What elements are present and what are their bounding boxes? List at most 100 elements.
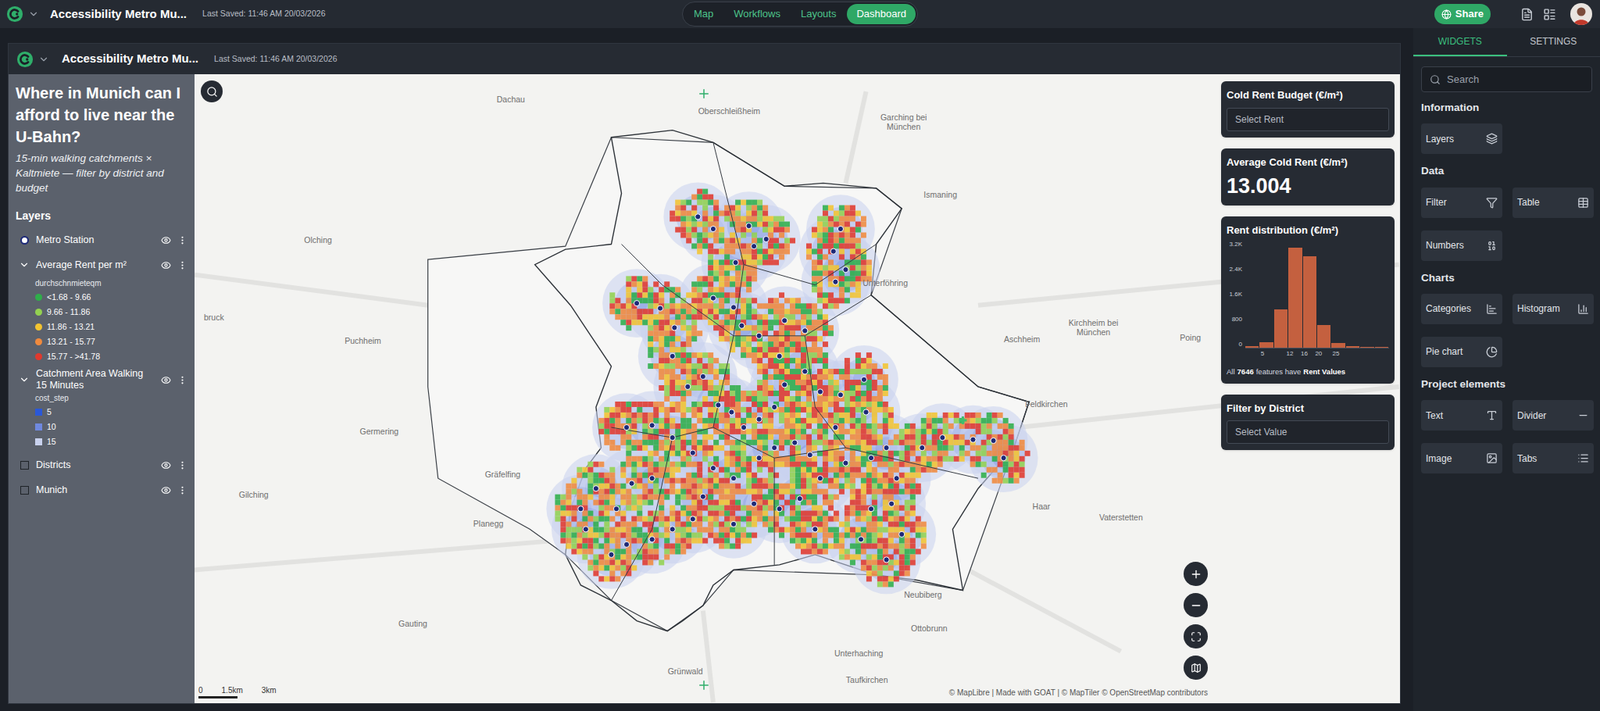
metro-station-pin[interactable] — [832, 278, 839, 285]
metro-station-pin[interactable] — [700, 493, 706, 500]
metro-station-pin[interactable] — [842, 267, 849, 273]
widget-tile[interactable]: Pie chart — [1421, 336, 1503, 368]
metro-station-pin[interactable] — [899, 531, 905, 537]
metro-station-pin[interactable] — [919, 445, 925, 451]
map-canvas[interactable] — [194, 74, 1400, 704]
metro-station-pin[interactable] — [842, 460, 849, 466]
sidebar-tab[interactable]: SETTINGS — [1507, 28, 1600, 57]
metro-station-pin[interactable] — [807, 452, 813, 458]
eye-icon[interactable] — [160, 375, 172, 386]
chevron-down-icon[interactable] — [18, 374, 30, 386]
metro-station-pin[interactable] — [990, 437, 997, 443]
metro-station-pin[interactable] — [883, 557, 890, 563]
metro-station-pin[interactable] — [649, 475, 655, 482]
metro-station-pin[interactable] — [970, 436, 976, 443]
metro-station-pin[interactable] — [771, 445, 778, 451]
metro-station-pin[interactable] — [689, 516, 696, 522]
basemap-button[interactable] — [1183, 655, 1208, 680]
metro-station-pin[interactable] — [628, 480, 635, 486]
widget-tile[interactable]: Numbers — [1421, 230, 1503, 261]
share-button[interactable]: Share — [1434, 3, 1491, 25]
metro-station-pin[interactable] — [710, 465, 716, 472]
metro-station-pin[interactable] — [623, 424, 629, 430]
metro-station-pin[interactable] — [700, 373, 706, 379]
metro-station-pin[interactable] — [715, 402, 722, 408]
metro-station-pin[interactable] — [832, 424, 839, 430]
metro-station-pin[interactable] — [689, 450, 696, 456]
metro-station-pin[interactable] — [771, 403, 778, 410]
eye-icon[interactable] — [160, 260, 172, 271]
view-tab[interactable]: Layouts — [791, 3, 847, 25]
metro-station-pin[interactable] — [633, 300, 640, 307]
metro-station-pin[interactable] — [837, 225, 843, 232]
metro-station-pin[interactable] — [817, 389, 823, 395]
metro-station-pin[interactable] — [812, 526, 818, 533]
metro-station-pin[interactable] — [857, 536, 864, 543]
user-avatar[interactable] — [1570, 3, 1593, 25]
add-widget-bottom[interactable] — [696, 678, 711, 693]
sidebar-search[interactable]: Search — [1421, 66, 1593, 93]
metro-station-pin[interactable] — [830, 248, 836, 254]
metro-station-pin[interactable] — [802, 368, 808, 375]
list-layout-icon[interactable] — [1542, 7, 1557, 22]
eye-icon[interactable] — [160, 235, 172, 246]
metro-station-pin[interactable] — [669, 434, 675, 440]
widget-tile[interactable]: Table — [1512, 187, 1594, 218]
metro-station-pin[interactable] — [710, 295, 716, 301]
widget-tile[interactable]: Filter — [1421, 187, 1503, 218]
metro-station-pin[interactable] — [776, 353, 783, 359]
metro-station-pin[interactable] — [867, 455, 874, 461]
metro-station-pin[interactable] — [695, 214, 701, 220]
metro-station-pin[interactable] — [782, 317, 788, 324]
eye-icon[interactable] — [160, 460, 172, 471]
layer-row[interactable]: Munich — [15, 477, 188, 503]
metro-station-pin[interactable] — [730, 304, 736, 311]
metro-station-pin[interactable] — [669, 353, 675, 359]
widget-tile[interactable]: Text — [1421, 400, 1503, 431]
zoom-in-button[interactable] — [1183, 561, 1208, 586]
select-field[interactable]: Select Value — [1226, 420, 1390, 444]
layer-row[interactable]: Catchment Area Walking 15 Minutes — [15, 367, 188, 393]
metro-station-pin[interactable] — [763, 235, 769, 242]
project-title[interactable]: Accessibility Metro Mu... — [50, 5, 187, 24]
eye-icon[interactable] — [160, 485, 172, 496]
widget-tile[interactable]: Image — [1421, 442, 1503, 474]
widget-tile[interactable]: Categories — [1421, 293, 1503, 325]
widget-tile[interactable]: Histogram — [1512, 293, 1594, 325]
sidebar-tab[interactable]: WIDGETS — [1413, 28, 1508, 57]
metro-station-pin[interactable] — [860, 376, 867, 383]
metro-station-pin[interactable] — [623, 541, 629, 547]
metro-station-pin[interactable] — [732, 259, 739, 265]
metro-station-pin[interactable] — [802, 328, 808, 334]
metro-station-pin[interactable] — [750, 500, 757, 507]
chevron-down-icon[interactable] — [38, 53, 50, 65]
more-icon[interactable] — [177, 460, 188, 471]
metro-station-pin[interactable] — [782, 382, 788, 388]
metro-station-pin[interactable] — [730, 475, 736, 482]
metro-station-pin[interactable] — [578, 506, 584, 512]
view-tab[interactable]: Workflows — [724, 3, 790, 25]
select-field[interactable]: Select Rent — [1226, 107, 1390, 132]
layer-row[interactable]: Metro Station — [15, 227, 188, 253]
metro-station-pin[interactable] — [685, 383, 691, 390]
widget-tile[interactable]: Layers — [1421, 123, 1503, 154]
app-logo-icon[interactable] — [6, 5, 24, 23]
metro-station-pin[interactable] — [608, 551, 615, 558]
chevron-down-icon[interactable] — [18, 259, 30, 271]
map-search-button[interactable] — [200, 80, 223, 103]
layer-row[interactable]: Average Rent per m² — [15, 252, 188, 278]
metro-station-pin[interactable] — [883, 445, 890, 451]
document-icon[interactable] — [1520, 7, 1534, 22]
view-tab[interactable]: Dashboard — [846, 3, 916, 25]
metro-station-pin[interactable] — [750, 243, 757, 250]
map[interactable]: DachauOberschleißheimGarching bei Münche… — [194, 74, 1400, 704]
metro-station-pin[interactable] — [1000, 455, 1007, 461]
chevron-down-icon[interactable] — [28, 8, 40, 20]
metro-station-pin[interactable] — [796, 496, 803, 502]
metro-station-pin[interactable] — [776, 506, 783, 512]
metro-station-pin[interactable] — [863, 409, 869, 415]
more-icon[interactable] — [177, 235, 188, 246]
view-tab[interactable]: Map — [684, 3, 723, 25]
metro-station-pin[interactable] — [746, 223, 752, 229]
more-icon[interactable] — [177, 485, 188, 496]
